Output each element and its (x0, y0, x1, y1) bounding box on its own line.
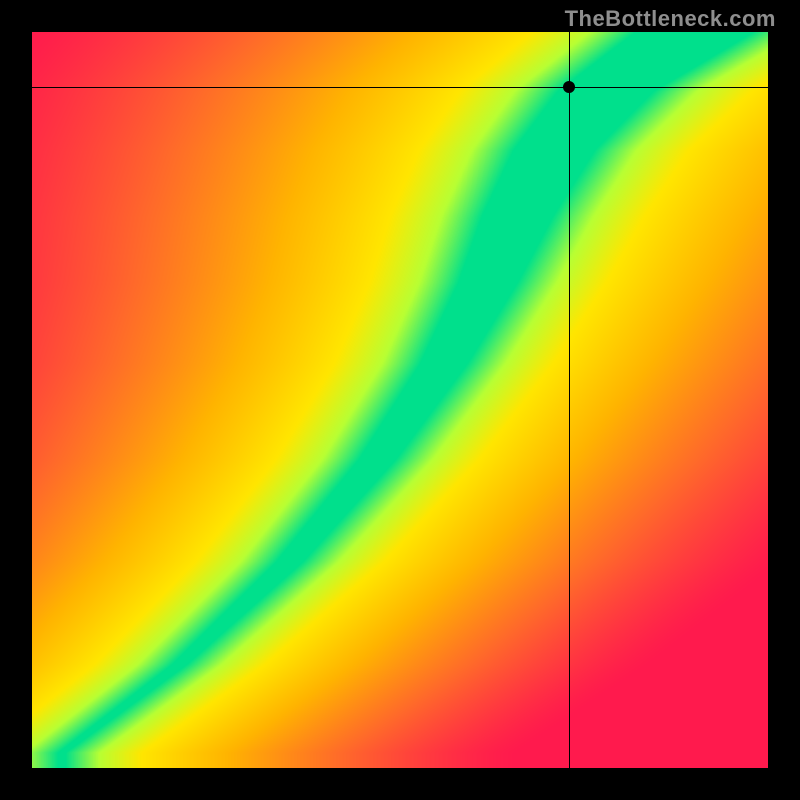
crosshair-vertical (569, 32, 570, 768)
marker-point (563, 81, 575, 93)
heatmap-canvas (32, 32, 768, 768)
crosshair-horizontal (32, 87, 768, 88)
heatmap-container (32, 32, 768, 768)
watermark-text: TheBottleneck.com (565, 6, 776, 32)
